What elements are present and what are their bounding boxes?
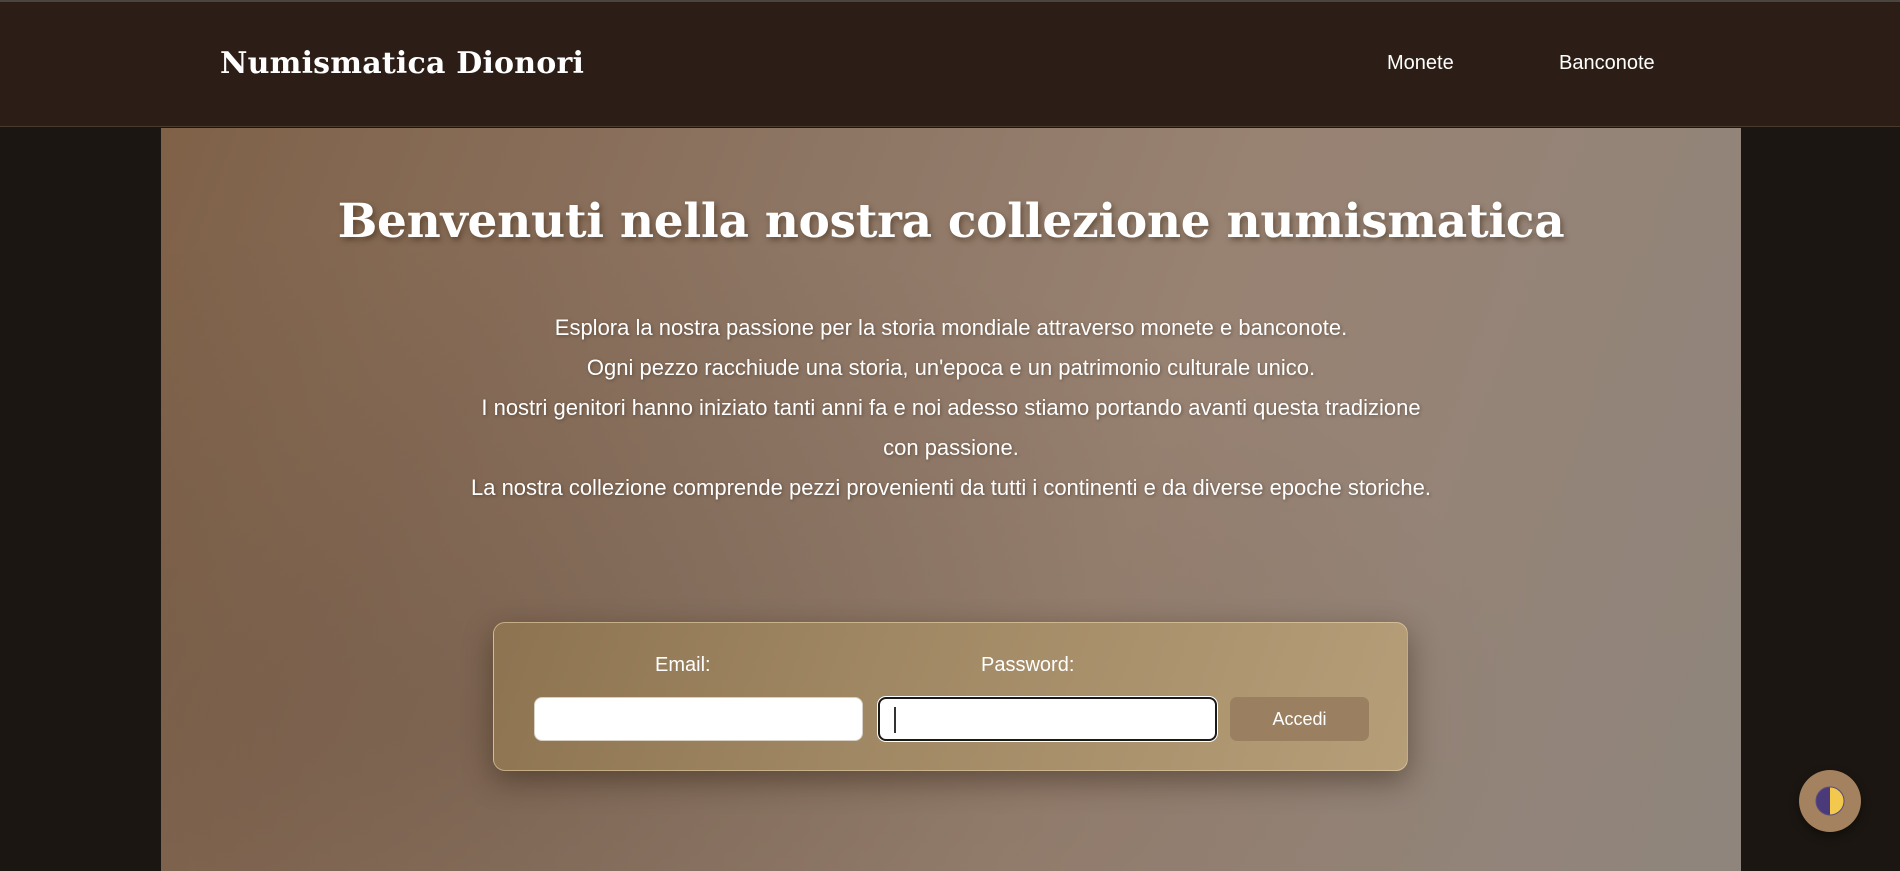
- login-button[interactable]: Accedi: [1230, 697, 1369, 741]
- site-header: Numismatica Dionori Monete Banconote: [0, 2, 1900, 127]
- intro-text: Esplora la nostra passione per la storia…: [461, 308, 1441, 508]
- login-form: Email: Password: Accedi: [493, 622, 1408, 771]
- email-field[interactable]: [534, 697, 863, 741]
- page-title: Benvenuti nella nostra collezione numism…: [337, 194, 1565, 249]
- nav-link-monete[interactable]: Monete: [1387, 52, 1454, 75]
- intro-line: Ogni pezzo racchiude una storia, un'epoc…: [586, 355, 1316, 380]
- site-brand[interactable]: Numismatica Dionori: [220, 46, 584, 81]
- password-field[interactable]: [878, 697, 1217, 741]
- nav-link-banconote[interactable]: Banconote: [1559, 52, 1655, 75]
- email-label: Email:: [655, 654, 711, 676]
- password-label: Password:: [981, 654, 1075, 676]
- intro-line: Esplora la nostra passione per la storia…: [554, 315, 1348, 340]
- intro-line: La nostra collezione comprende pezzi pro…: [470, 475, 1432, 500]
- half-moon-icon: [1815, 786, 1845, 816]
- hero-section: Benvenuti nella nostra collezione numism…: [161, 128, 1741, 871]
- intro-line: I nostri genitori hanno iniziato tanti a…: [481, 395, 1421, 460]
- text-caret: [894, 707, 896, 733]
- theme-toggle-button[interactable]: [1799, 770, 1861, 832]
